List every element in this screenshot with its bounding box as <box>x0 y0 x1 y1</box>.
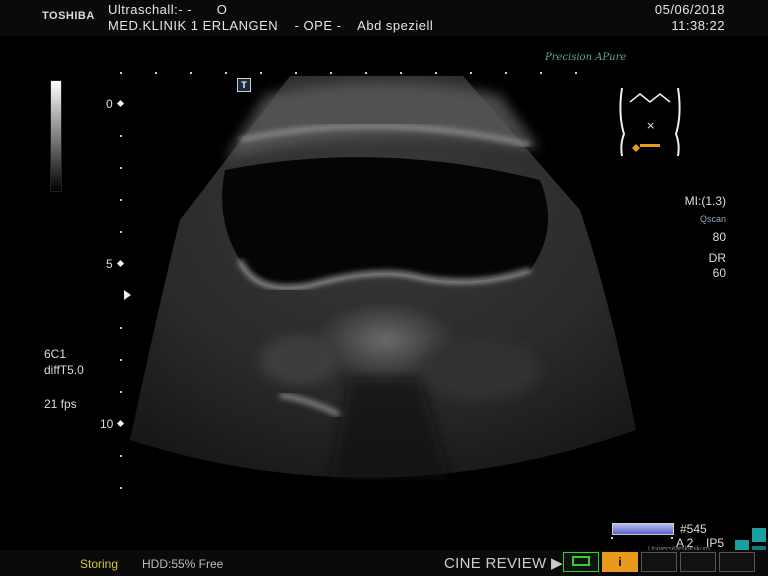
scale-dot <box>295 72 297 74</box>
cine-bar-tick <box>611 537 613 539</box>
depth-dot <box>120 359 122 361</box>
focus-marker-icon[interactable] <box>124 290 131 300</box>
qscan-label: Qscan <box>699 214 726 224</box>
probe-label: 6C1 <box>44 347 67 361</box>
depth-label-10: 10 <box>100 417 114 431</box>
scale-dot <box>540 72 542 74</box>
filter-label: diffT5.0 <box>44 363 84 377</box>
empty-slot-button[interactable] <box>719 552 755 572</box>
scale-dot <box>435 72 437 74</box>
depth-dot <box>120 391 122 393</box>
posterior-echo-right <box>420 340 540 400</box>
empty-slot-button[interactable] <box>680 552 716 572</box>
scale-dot <box>365 72 367 74</box>
depth-dot <box>120 455 122 457</box>
storing-status: Storing <box>80 557 119 571</box>
depth-dot <box>120 167 122 169</box>
scale-dot <box>155 72 157 74</box>
scale-dot <box>190 72 192 74</box>
scale-dot <box>470 72 472 74</box>
scale-dot <box>400 72 402 74</box>
depth-label-0: 0 <box>106 97 113 111</box>
mechanical-index: MI:(1.3) <box>684 194 726 208</box>
qscan-value: 80 <box>712 230 726 244</box>
depth-dot <box>120 487 122 489</box>
depth-label-5: 5 <box>106 257 113 271</box>
bladder-lumen <box>222 157 548 288</box>
scale-dot <box>120 72 122 74</box>
depth-dot <box>120 327 122 329</box>
scale-dot <box>260 72 262 74</box>
cine-loop-button[interactable] <box>563 552 599 572</box>
scale-dot <box>575 72 577 74</box>
scale-dot <box>330 72 332 74</box>
depth-dot <box>120 231 122 233</box>
image-info-button[interactable]: i <box>602 552 638 572</box>
film-icon <box>572 556 590 566</box>
depth-dot <box>120 135 122 137</box>
scale-dot <box>505 72 507 74</box>
dynamic-range-label: DR <box>708 251 726 265</box>
frame-rate-label: 21 fps <box>44 397 77 411</box>
empty-slot-button[interactable] <box>641 552 677 572</box>
svg-text:×: × <box>646 119 655 132</box>
dynamic-range-value: 60 <box>712 266 726 280</box>
body-marker-icon: × <box>619 87 681 157</box>
cine-bar-tick <box>671 537 673 539</box>
info-icon: i <box>618 555 622 569</box>
frame-number: #545 <box>680 522 707 536</box>
hdd-status: HDD:55% Free <box>142 557 224 571</box>
cine-progress-bar[interactable] <box>612 523 674 535</box>
scale-dot <box>225 72 227 74</box>
logo-square-icon <box>752 528 766 542</box>
cine-review-label[interactable]: CINE REVIEW ▶ <box>444 554 563 572</box>
depth-dot <box>120 199 122 201</box>
posterior-echo-left <box>260 335 340 385</box>
